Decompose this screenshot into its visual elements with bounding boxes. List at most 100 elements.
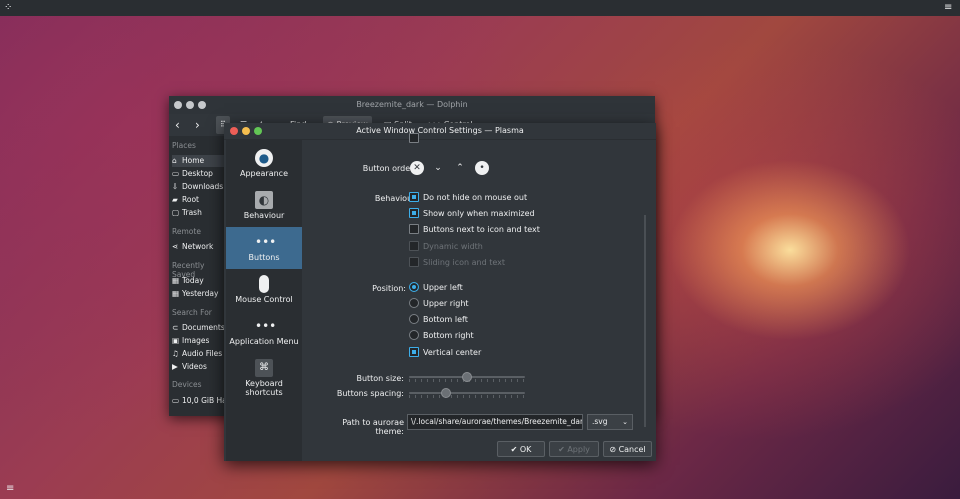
trash-icon: ▢ — [172, 208, 180, 217]
sidebar-item-appearance[interactable]: ● Appearance — [226, 143, 302, 185]
checkbox — [409, 256, 419, 267]
places-item-home[interactable]: ⌂ Home — [172, 155, 225, 167]
documents-icon: ⊂ — [172, 323, 179, 332]
network-icon: ⋖ — [172, 242, 179, 251]
scrollbar[interactable] — [644, 215, 646, 427]
download-icon: ⇩ — [172, 182, 179, 191]
radio-bottom-right[interactable]: Bottom right — [409, 329, 474, 342]
checkbox[interactable] — [409, 346, 419, 357]
sidebar-item-buttons[interactable]: ••• Buttons — [226, 227, 302, 269]
checkbox[interactable] — [409, 191, 419, 202]
search-header: Search For — [172, 308, 212, 317]
sidebar-item-label: Keyboard shortcuts — [245, 379, 283, 397]
option-label: Buttons next to icon and text — [423, 225, 540, 234]
checkbox[interactable] — [409, 223, 419, 234]
sidebar-item-mouse-control[interactable]: Mouse Control — [226, 269, 302, 311]
option-do-not-hide[interactable]: Do not hide on mouse out — [409, 191, 528, 204]
sidebar-item-label: Application Menu — [229, 337, 299, 346]
places-item-yesterday[interactable]: ▦ Yesterday — [172, 288, 225, 300]
music-icon: ♫ — [172, 349, 179, 358]
hamburger-menu-icon[interactable]: ≡ — [6, 484, 16, 494]
close-icon[interactable]: ✕ — [410, 161, 424, 175]
option-label: Dynamic width — [423, 242, 483, 251]
sidebar-item-label: Appearance — [239, 169, 289, 178]
slider-handle[interactable] — [462, 372, 472, 382]
buttons-spacing-slider[interactable] — [409, 388, 525, 398]
places-panel: Places ⌂ Home ▭ Desktop ⇩ Downloads ▰ Root ▢… — [169, 136, 225, 416]
extension-select[interactable]: .svg ⌄ — [587, 414, 633, 430]
forward-arrow-icon[interactable]: › — [195, 116, 200, 134]
button-size-label: Button size: — [356, 374, 404, 383]
places-item-label: Videos — [182, 362, 207, 371]
apply-button: ✔ Apply — [549, 441, 599, 457]
chevron-down-icon[interactable]: ⌄ — [431, 161, 445, 175]
aurorae-path-input[interactable]: \/.local/share/aurorae/themes/Breezemite… — [407, 414, 583, 430]
application-menu-icon: ••• — [255, 319, 277, 333]
places-item-network[interactable]: ⋖ Network — [172, 241, 225, 253]
option-show-only-maximized[interactable]: Show only when maximized — [409, 207, 535, 220]
radio-upper-right[interactable]: Upper right — [409, 297, 469, 310]
appearance-icon: ● — [255, 149, 273, 167]
option-label: Do not hide on mouse out — [423, 193, 528, 202]
settings-sidebar: ● Appearance ◐ Behaviour ••• Buttons Mou… — [226, 139, 302, 461]
checkbox[interactable] — [409, 132, 419, 143]
ok-button[interactable]: ✔ OK — [497, 441, 545, 457]
desktop-icon: ▭ — [172, 169, 180, 178]
places-item-images[interactable]: ▣ Images — [172, 335, 225, 347]
places-item-label: Downloads — [182, 182, 224, 191]
chevron-up-icon[interactable]: ⌃ — [453, 161, 467, 175]
places-item-videos[interactable]: ▶ Videos — [172, 361, 225, 373]
hamburger-menu-icon[interactable]: ≡ — [944, 2, 954, 14]
extension-value: .svg — [592, 417, 608, 426]
radio[interactable] — [409, 297, 419, 308]
places-item-audio[interactable]: ♫ Audio Files — [172, 348, 225, 360]
places-item-label: Trash — [182, 208, 202, 217]
places-item-root[interactable]: ▰ Root — [172, 194, 225, 206]
settings-content: Button order: ✕ ⌄ ⌃ • Behaviour: Do not … — [306, 132, 652, 443]
places-item-label: Network — [182, 242, 214, 251]
places-item-today[interactable]: ▦ Today — [172, 275, 225, 287]
checkbox[interactable] — [409, 207, 419, 218]
cancel-button[interactable]: ⊘ Cancel — [603, 441, 652, 457]
places-item-trash[interactable]: ▢ Trash — [172, 207, 225, 219]
sidebar-item-behaviour[interactable]: ◐ Behaviour — [226, 185, 302, 227]
apply-label: Apply — [567, 445, 590, 454]
harddrive-icon: ▭ — [172, 396, 180, 405]
option-buttons-next-to-icon[interactable]: Buttons next to icon and text — [409, 223, 540, 236]
option-label: Bottom left — [423, 315, 468, 324]
folder-icon: ▰ — [172, 195, 178, 204]
slider-handle[interactable] — [441, 388, 451, 398]
check-icon: ✔ — [558, 445, 565, 454]
sidebar-item-application-menu[interactable]: ••• Application Menu — [226, 311, 302, 353]
places-item-harddrive[interactable]: ▭10,0 GiB Hard Drive — [172, 395, 225, 407]
buttons-spacing-label: Buttons spacing: — [336, 389, 404, 398]
dialog-titlebar[interactable]: Active Window Control Settings — Plasma — [224, 123, 656, 140]
back-arrow-icon[interactable]: ‹ — [175, 116, 180, 134]
radio-bottom-left[interactable]: Bottom left — [409, 313, 468, 326]
places-item-documents[interactable]: ⊂ Documents — [172, 322, 225, 334]
places-item-desktop[interactable]: ▭ Desktop — [172, 168, 225, 180]
places-header: Places — [172, 141, 196, 150]
radio[interactable] — [409, 329, 419, 340]
button-size-slider[interactable] — [409, 372, 525, 382]
behaviour-label: Behaviour: — [374, 194, 418, 203]
buttons-icon: ••• — [255, 235, 277, 249]
radio[interactable] — [409, 281, 419, 292]
cancel-icon: ⊘ — [609, 445, 617, 454]
sidebar-item-keyboard-shortcuts[interactable]: ⌘ Keyboard shortcuts — [226, 353, 302, 397]
keep-above-icon[interactable]: • — [475, 161, 489, 175]
places-item-downloads[interactable]: ⇩ Downloads — [172, 181, 225, 193]
places-item-label: Today — [182, 276, 204, 285]
plasma-launcher-icon[interactable]: ⁘ — [4, 2, 16, 14]
option-label: Vertical center — [423, 348, 482, 357]
mouse-icon — [259, 275, 269, 293]
radio-upper-left[interactable]: Upper left — [409, 281, 463, 294]
places-item-label: Yesterday — [182, 289, 219, 298]
option-vertical-center[interactable]: Vertical center — [409, 346, 482, 359]
places-item-label: Desktop — [182, 169, 213, 178]
places-item-label: Documents — [182, 323, 225, 332]
places-item-label: 10,0 GiB Hard Drive — [182, 396, 225, 405]
slider-ticks — [409, 395, 525, 398]
dolphin-titlebar[interactable]: Breezemite_dark — Dolphin — [169, 96, 655, 114]
radio[interactable] — [409, 313, 419, 324]
